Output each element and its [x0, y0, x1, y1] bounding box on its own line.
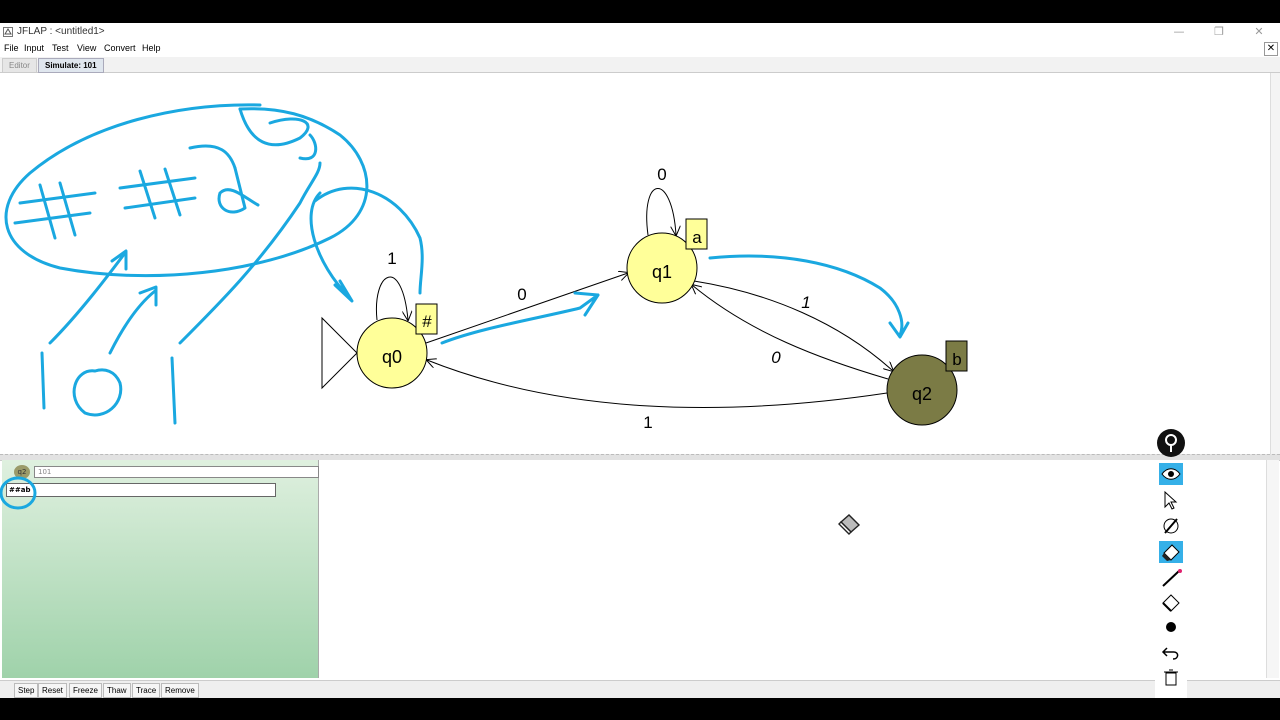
minimize-button[interactable]: — — [1168, 24, 1190, 40]
automaton-canvas[interactable]: 1 0 0 1 0 1 q0 # q1 a q2 b — [0, 73, 1280, 458]
reset-button[interactable]: Reset — [38, 683, 67, 698]
cursor-eraser-icon — [838, 514, 861, 535]
simulation-right-pane — [319, 460, 1269, 678]
transition-q2-q0[interactable]: 1 — [427, 360, 888, 432]
state-label: q0 — [382, 347, 402, 367]
tab-simulate[interactable]: Simulate: 101 — [38, 58, 104, 73]
menu-file[interactable]: File — [4, 43, 19, 53]
tape-display[interactable]: ##ab — [6, 483, 276, 497]
remove-button[interactable]: Remove — [161, 683, 199, 698]
jflap-app-icon — [3, 27, 13, 37]
state-q1[interactable]: q1 a — [626, 218, 708, 304]
pane-scrollbar[interactable] — [1266, 460, 1279, 678]
eye-icon[interactable] — [1159, 463, 1183, 485]
transition-q1-q2[interactable]: 1 — [693, 280, 893, 371]
menu-convert[interactable]: Convert — [104, 43, 136, 53]
state-marker-text: # — [422, 312, 432, 331]
dot-icon[interactable] — [1159, 616, 1183, 638]
simulation-button-bar: Step Reset Freeze Thaw Trace Remove — [0, 680, 1280, 698]
pointer-icon[interactable] — [1159, 489, 1183, 511]
transition-label: 0 — [657, 165, 666, 184]
menu-test[interactable]: Test — [52, 43, 69, 53]
transition-label: 1 — [643, 413, 652, 432]
initial-state-arrow — [321, 316, 358, 390]
pen-toolbar-pin-icon[interactable] — [1157, 429, 1185, 457]
menu-bar: File Input Test View Convert Help — [0, 41, 1280, 57]
eraser-icon[interactable] — [1159, 591, 1183, 613]
menu-view[interactable]: View — [77, 43, 96, 53]
tape-circle-annotation — [0, 476, 37, 510]
config-input-field[interactable]: 101 — [34, 466, 319, 478]
pen-toolbar — [1155, 463, 1187, 698]
transition-label: 0 — [771, 348, 781, 367]
state-label: q2 — [912, 384, 932, 404]
trash-icon[interactable] — [1159, 666, 1183, 688]
tab-editor[interactable]: Editor — [2, 58, 37, 73]
menu-input[interactable]: Input — [24, 43, 44, 53]
thaw-button[interactable]: Thaw — [103, 683, 131, 698]
state-label: q1 — [652, 262, 672, 282]
title-bar: JFLAP : <untitled1> — ❐ ✕ — [0, 23, 1280, 41]
step-button[interactable]: Step — [14, 683, 39, 698]
maximize-button[interactable]: ❐ — [1208, 24, 1230, 40]
menu-help[interactable]: Help — [142, 43, 161, 53]
transition-q1-q1[interactable]: 0 — [646, 165, 676, 235]
transition-q0-q1[interactable]: 0 — [425, 273, 628, 344]
jflap-window: JFLAP : <untitled1> — ❐ ✕ File Input Tes… — [0, 23, 1280, 698]
undo-icon[interactable] — [1159, 641, 1183, 663]
close-tab-button[interactable]: ✕ — [1264, 42, 1278, 56]
state-marker-text: a — [692, 228, 702, 247]
transition-q2-q1[interactable]: 0 — [692, 285, 889, 380]
window-close-button[interactable]: ✕ — [1248, 24, 1270, 40]
pen-annotations — [4, 103, 910, 425]
freeze-button[interactable]: Freeze — [69, 683, 102, 698]
line-icon[interactable] — [1159, 567, 1183, 589]
pen-icon[interactable] — [1159, 515, 1183, 537]
transition-label: 1 — [801, 293, 810, 312]
transition-q0-q0[interactable]: 1 — [375, 249, 408, 320]
highlighter-icon[interactable] — [1159, 541, 1183, 563]
state-q0[interactable]: q0 # — [356, 303, 438, 389]
state-q2[interactable]: q2 b — [886, 340, 968, 426]
tab-bar: Editor Simulate: 101 — [0, 57, 1280, 73]
transition-label: 1 — [387, 249, 396, 268]
trace-button[interactable]: Trace — [132, 683, 161, 698]
state-marker-text: b — [952, 350, 961, 369]
window-title: JFLAP : <untitled1> — [17, 26, 105, 37]
transition-label: 0 — [517, 285, 526, 304]
configuration-pane: q2 101 ##ab — [0, 460, 319, 678]
canvas-scrollbar[interactable] — [1270, 73, 1280, 459]
